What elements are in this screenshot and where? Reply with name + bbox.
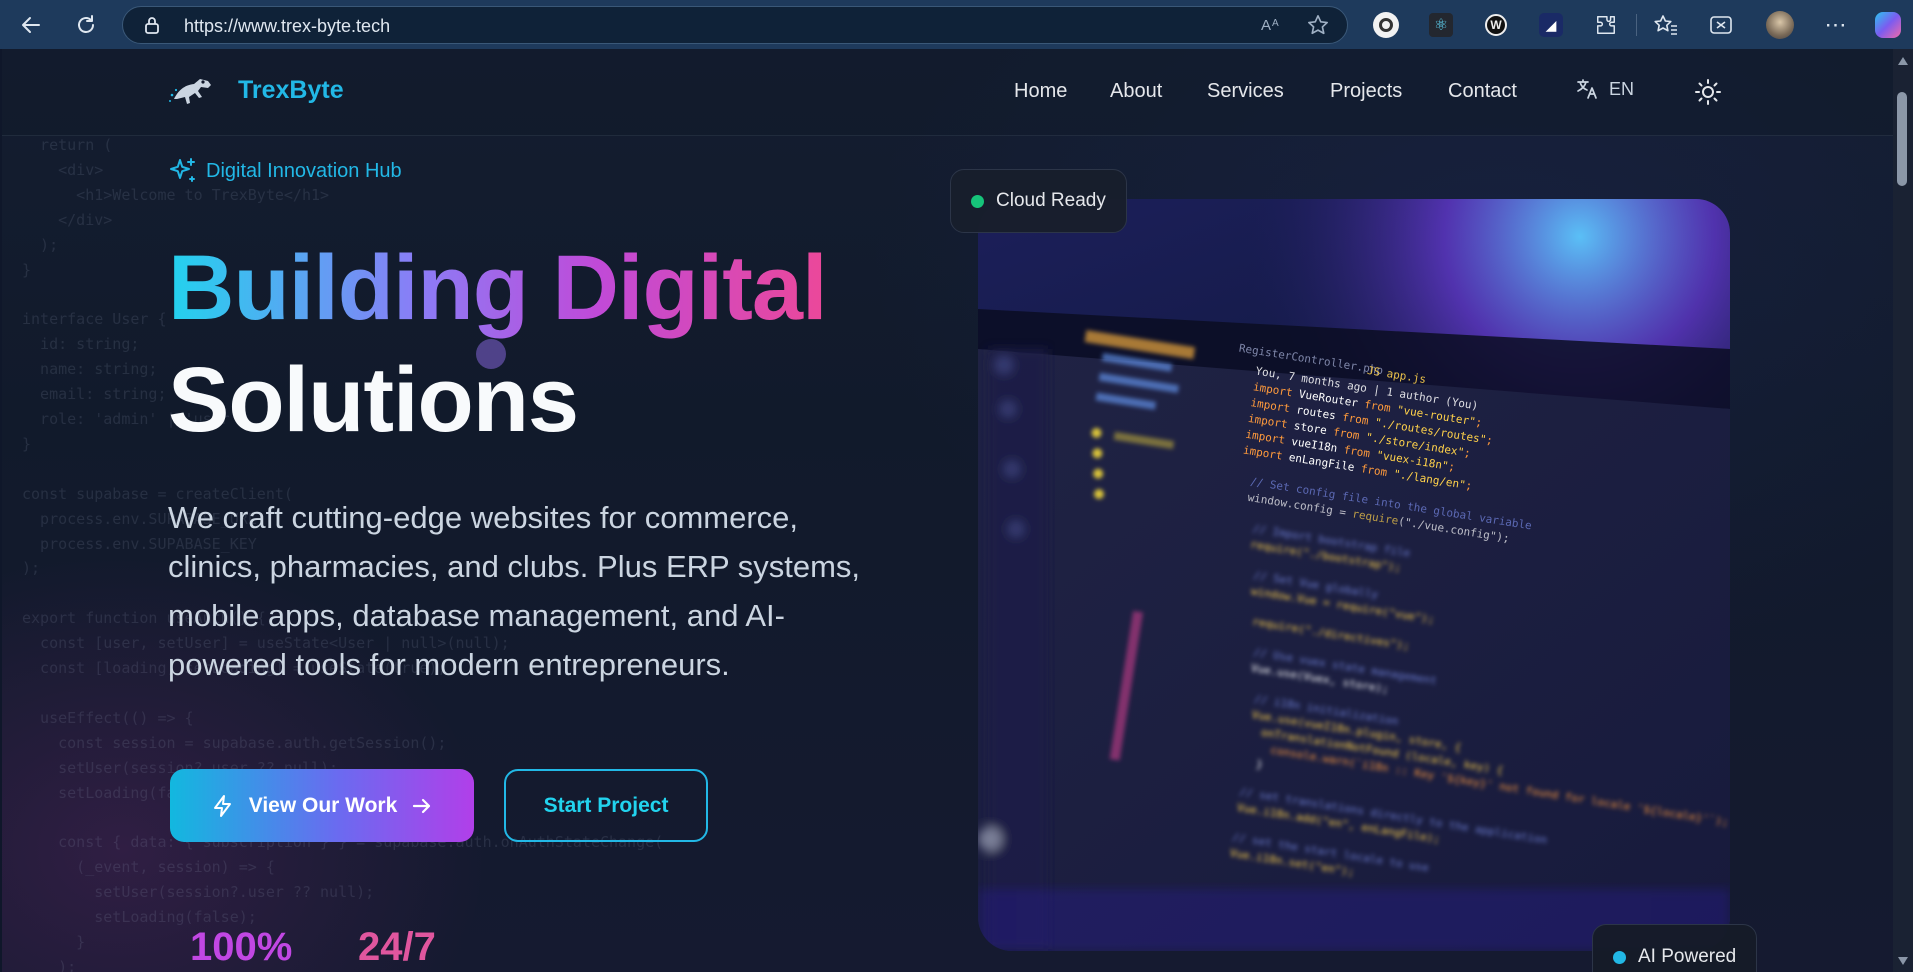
favorites-icon[interactable] — [1652, 11, 1680, 39]
brand-name[interactable]: TrexByte — [238, 76, 344, 105]
start-project-button[interactable]: Start Project — [504, 769, 708, 842]
nav-link-contact[interactable]: Contact — [1448, 80, 1517, 103]
arrow-right-icon — [413, 798, 431, 813]
url-text: https://www.trex-byte.tech — [184, 16, 391, 36]
sun-theme-toggle-icon[interactable] — [1694, 78, 1722, 106]
extension-dark-icon[interactable]: ◢ — [1537, 11, 1565, 39]
back-arrow-icon — [22, 17, 40, 33]
cloud-ready-label: Cloud Ready — [996, 190, 1106, 211]
view-our-work-label: View Our Work — [248, 793, 398, 817]
language-switcher[interactable]: EN — [1575, 77, 1634, 101]
lock-icon — [145, 17, 159, 34]
svg-text:A: A — [1261, 17, 1271, 34]
nav-link-services[interactable]: Services — [1207, 80, 1284, 103]
extension-w-icon[interactable]: W — [1482, 11, 1510, 39]
stat-value: 24/7 — [358, 925, 436, 969]
browser-toolbar: https://www.trex-byte.tech AA ⚛ W ◢ ⋯ — [0, 0, 1913, 49]
svg-text:A: A — [1272, 18, 1279, 29]
sparkles-icon — [170, 158, 195, 182]
address-bar[interactable]: https://www.trex-byte.tech AA — [122, 6, 1348, 44]
code-editor-illustration: RegisterController.php JS app.js You, 7 … — [978, 199, 1730, 951]
nav-link-home[interactable]: Home — [1014, 80, 1067, 103]
nav-link-about[interactable]: About — [1110, 80, 1162, 103]
page-scrollbar[interactable] — [1893, 49, 1913, 972]
collections-icon[interactable] — [1707, 11, 1735, 39]
ai-powered-badge: AI Powered — [1592, 924, 1758, 972]
profile-avatar[interactable] — [1766, 11, 1794, 39]
back-button[interactable] — [18, 12, 44, 38]
cloud-ready-badge: Cloud Ready — [950, 169, 1127, 233]
trex-logo-icon[interactable] — [168, 73, 214, 109]
toolbar-divider — [1636, 14, 1637, 36]
site-header: TrexByte Home About Services Projects Co… — [2, 49, 1893, 136]
language-code: EN — [1609, 78, 1635, 99]
extensions-puzzle-icon[interactable] — [1592, 11, 1620, 39]
scroll-up-arrow-icon[interactable] — [1898, 57, 1908, 65]
more-menu-icon[interactable]: ⋯ — [1822, 11, 1850, 39]
hero-title-line1: Building Digital — [168, 233, 828, 343]
nav-link-projects[interactable]: Projects — [1330, 80, 1402, 103]
stat-value: 100% — [190, 925, 293, 969]
hero-eyebrow: Digital Innovation Hub — [168, 156, 402, 186]
view-our-work-button[interactable]: View Our Work — [170, 769, 474, 842]
status-dot-icon — [971, 194, 984, 208]
start-project-label: Start Project — [543, 793, 669, 817]
refresh-icon — [78, 15, 94, 33]
scroll-down-arrow-icon[interactable] — [1898, 957, 1908, 965]
read-aloud-icon[interactable]: AA — [1261, 15, 1283, 35]
hero-title-line2: Solutions — [168, 349, 579, 451]
status-dot-icon — [1613, 950, 1626, 964]
web-page: return ( <div> <h1>Welcome to TrexByte</… — [2, 49, 1893, 972]
react-extension-icon[interactable]: ⚛ — [1427, 11, 1455, 39]
copilot-icon[interactable] — [1874, 11, 1902, 39]
lightning-icon — [213, 794, 231, 817]
eyebrow-text: Digital Innovation Hub — [206, 159, 402, 182]
ai-powered-label: AI Powered — [1638, 946, 1737, 967]
extension-1-icon[interactable] — [1372, 11, 1400, 39]
hero-description: We craft cutting-edge websites for comme… — [168, 500, 861, 682]
hero-code-screenshot-image: RegisterController.php JS app.js You, 7 … — [978, 199, 1730, 951]
favorite-star-icon[interactable] — [1307, 14, 1329, 36]
scrollbar-thumb[interactable] — [1897, 92, 1907, 186]
refresh-button[interactable] — [73, 12, 99, 38]
translate-icon — [1577, 79, 1597, 99]
